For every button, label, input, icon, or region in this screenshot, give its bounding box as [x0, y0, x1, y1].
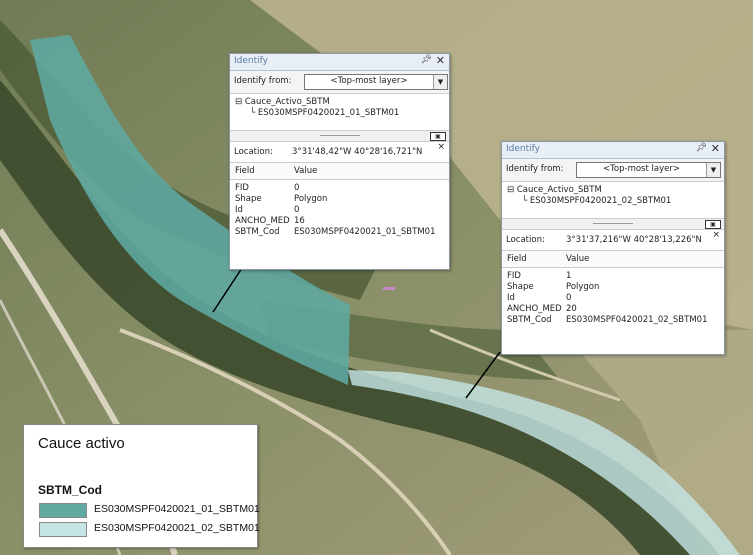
legend-swatch-02 — [39, 522, 87, 537]
location-row: Location: 3°31'48,42"W 40°28'16,721"N × — [230, 142, 449, 163]
view-toggle-icon[interactable]: ▣ — [705, 220, 721, 229]
identify-window-2: Identify 📌︎ ✕ Identify from: <Top-most l… — [501, 141, 725, 355]
attribute-table: Field Value FID 0 Shape Polygon Id 0 ANC… — [230, 163, 449, 238]
chevron-down-icon[interactable]: ▼ — [706, 163, 720, 177]
location-value: 3°31'48,42"W 40°28'16,721"N — [292, 147, 423, 157]
table-row[interactable]: SBTM_Cod ES030MSPF0420021_02_SBTM01 — [502, 315, 724, 326]
identify-window-1: Identify 📌︎ ✕ Identify from: <Top-most l… — [229, 53, 450, 270]
identify-from-dropdown[interactable]: <Top-most layer> ▼ — [576, 162, 721, 178]
value-cell: ES030MSPF0420021_01_SBTM01 — [294, 227, 436, 237]
table-row[interactable]: Shape Polygon — [230, 194, 449, 205]
tree-layer-label: Cauce_Activo_SBTM — [516, 185, 602, 195]
value-cell: 16 — [294, 216, 305, 226]
window-title: Identify — [506, 144, 540, 154]
results-tree: ⊟ Cauce_Activo_SBTM └ ES030MSPF0420021_0… — [502, 181, 724, 219]
location-close-icon[interactable]: × — [437, 142, 445, 152]
field-cell: Shape — [235, 194, 262, 204]
close-icon[interactable]: ✕ — [711, 142, 720, 156]
location-close-icon[interactable]: × — [712, 230, 720, 240]
results-tree: ⊟ Cauce_Activo_SBTM └ ES030MSPF0420021_0… — [230, 93, 449, 131]
window-titlebar[interactable]: Identify 📌︎ ✕ — [502, 142, 724, 159]
value-cell: Polygon — [294, 194, 328, 204]
field-cell: SBTM_Cod — [507, 315, 552, 325]
window-titlebar[interactable]: Identify 📌︎ ✕ — [230, 54, 449, 71]
table-header: Field Value — [502, 251, 724, 268]
tree-feature-node[interactable]: └ ES030MSPF0420021_01_SBTM01 — [250, 108, 399, 118]
value-column-header[interactable]: Value — [566, 254, 589, 264]
splitter-grip[interactable] — [593, 223, 633, 224]
value-cell: 0 — [566, 293, 572, 303]
legend-item-label: ES030MSPF0420021_02_SBTM01 — [94, 522, 260, 534]
chevron-down-icon[interactable]: ▼ — [433, 75, 447, 89]
legend-field-name: SBTM_Cod — [38, 483, 102, 497]
map-legend: Cauce activo SBTM_Cod ES030MSPF0420021_0… — [23, 424, 260, 548]
value-column-header[interactable]: Value — [294, 166, 317, 176]
table-row[interactable]: Shape Polygon — [502, 282, 724, 293]
attribute-table: Field Value FID 1 Shape Polygon Id 0 ANC… — [502, 251, 724, 326]
identify-from-dropdown[interactable]: <Top-most layer> ▼ — [304, 74, 448, 90]
location-value: 3°31'37,216"W 40°28'13,226"N — [566, 235, 702, 245]
legend-item-label: ES030MSPF0420021_01_SBTM01 — [94, 503, 260, 515]
table-row[interactable]: Id 0 — [502, 293, 724, 304]
field-cell: ANCHO_MED — [507, 304, 562, 314]
identify-from-row: Identify from: <Top-most layer> ▼ — [230, 71, 449, 93]
identify-from-value: <Top-most layer> — [603, 164, 680, 174]
location-label: Location: — [234, 147, 273, 157]
table-row[interactable]: FID 0 — [230, 183, 449, 194]
field-cell: ANCHO_MED — [235, 216, 290, 226]
legend-title: Cauce activo — [38, 435, 125, 452]
value-cell: 0 — [294, 183, 300, 193]
table-row[interactable]: FID 1 — [502, 271, 724, 282]
tree-layer-node[interactable]: ⊟ Cauce_Activo_SBTM — [507, 185, 602, 195]
pin-icon[interactable]: 📌︎ — [696, 143, 707, 153]
tree-layer-label: Cauce_Activo_SBTM — [244, 97, 330, 107]
table-row[interactable]: SBTM_Cod ES030MSPF0420021_01_SBTM01 — [230, 227, 449, 238]
tree-layer-node[interactable]: ⊟ Cauce_Activo_SBTM — [235, 97, 330, 107]
table-header: Field Value — [230, 163, 449, 180]
identify-from-row: Identify from: <Top-most layer> ▼ — [502, 159, 724, 181]
value-cell: ES030MSPF0420021_02_SBTM01 — [566, 315, 708, 325]
table-row[interactable]: ANCHO_MED 16 — [230, 216, 449, 227]
value-cell: 20 — [566, 304, 577, 314]
field-cell: FID — [507, 271, 521, 281]
panel-splitter[interactable]: ▣ — [502, 219, 724, 230]
field-cell: FID — [235, 183, 249, 193]
value-cell: 1 — [566, 271, 572, 281]
field-cell: Id — [507, 293, 515, 303]
field-cell: SBTM_Cod — [235, 227, 280, 237]
table-row[interactable]: Id 0 — [230, 205, 449, 216]
field-cell: Id — [235, 205, 243, 215]
view-toggle-icon[interactable]: ▣ — [430, 132, 446, 141]
value-cell: Polygon — [566, 282, 600, 292]
field-column-header[interactable]: Field — [235, 166, 255, 176]
value-cell: 0 — [294, 205, 300, 215]
tree-feature-label: ES030MSPF0420021_02_SBTM01 — [529, 196, 672, 206]
table-row[interactable]: ANCHO_MED 20 — [502, 304, 724, 315]
identify-from-label: Identify from: — [506, 164, 564, 174]
panel-splitter[interactable]: ▣ — [230, 131, 449, 142]
legend-swatch-01 — [39, 503, 87, 518]
location-row: Location: 3°31'37,216"W 40°28'13,226"N × — [502, 230, 724, 251]
pin-icon[interactable]: 📌︎ — [421, 55, 432, 65]
close-icon[interactable]: ✕ — [436, 54, 445, 68]
location-label: Location: — [506, 235, 545, 245]
splitter-grip[interactable] — [319, 135, 360, 136]
identify-from-value: <Top-most layer> — [330, 76, 408, 86]
field-cell: Shape — [507, 282, 534, 292]
tree-feature-node[interactable]: └ ES030MSPF0420021_02_SBTM01 — [522, 196, 671, 206]
identify-from-label: Identify from: — [234, 76, 292, 86]
window-title: Identify — [234, 56, 268, 66]
tree-feature-label: ES030MSPF0420021_01_SBTM01 — [257, 108, 400, 118]
field-column-header[interactable]: Field — [507, 254, 527, 264]
map-marker — [383, 287, 395, 290]
